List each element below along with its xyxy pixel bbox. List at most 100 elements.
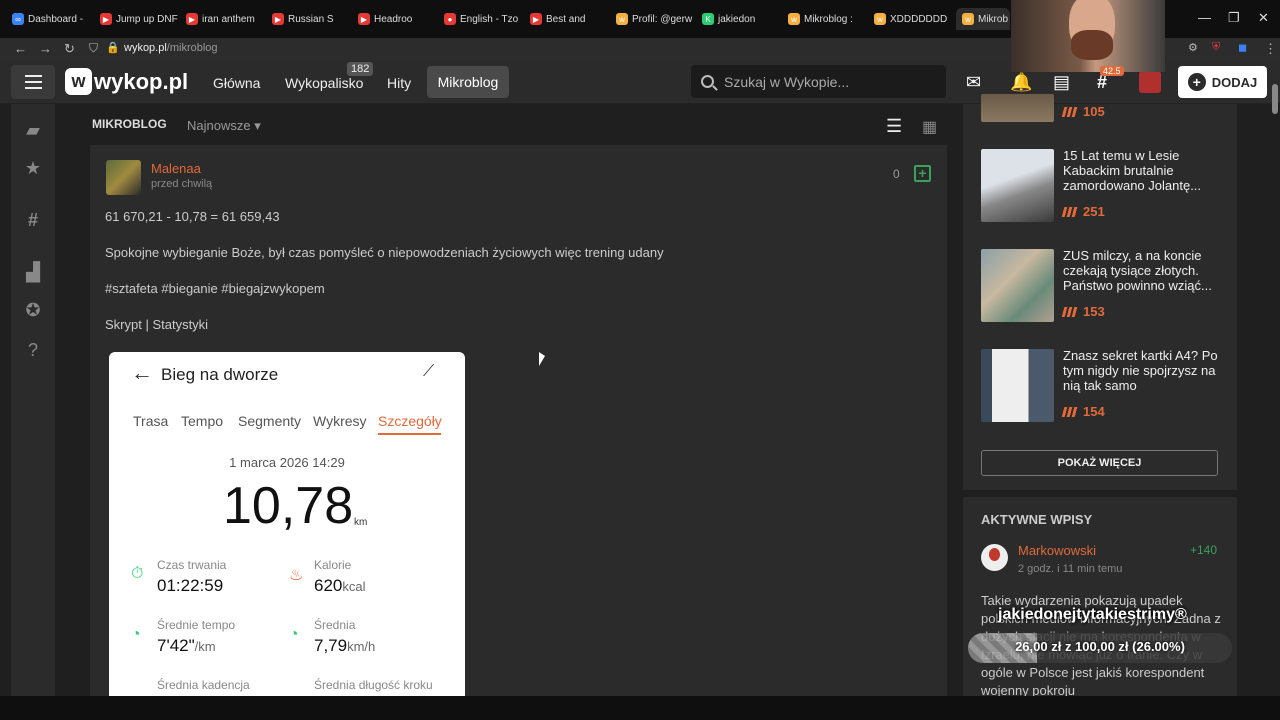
nav-mikroblog[interactable]: Mikroblog: [427, 66, 509, 98]
left-sidebar: ▰ ★ # ▟ ✪ ?: [11, 104, 55, 696]
post-links[interactable]: Skrypt | Statystyki: [105, 317, 208, 332]
youtube-icon: ▶: [530, 13, 542, 25]
distance-value: 10,78: [223, 477, 354, 535]
url-field[interactable]: wykop.pl/mikroblog: [124, 42, 218, 54]
donation-progress-text: 26,00 zł z 100,00 zł (26.00%): [1015, 639, 1185, 654]
wykopalisko-count-badge: 182: [347, 62, 374, 76]
mouse-cursor-icon: [539, 352, 545, 366]
phone-title: Bieg na dworze: [161, 365, 279, 384]
route-icon: ⟋: [423, 363, 435, 380]
activity-date: 1 marca 2026 14:29: [229, 455, 345, 470]
fire-icon: [1061, 107, 1079, 117]
avatar[interactable]: [106, 160, 141, 195]
browser-tab[interactable]: Kjakiedon: [702, 8, 780, 30]
donation-goal-title: jakiedonejtytakiestrimy®: [998, 606, 1187, 623]
messages-icon[interactable]: ▤: [1053, 72, 1070, 93]
stat-label: Średnia kadencja: [157, 678, 250, 692]
link-title[interactable]: ZUS milczy, a na koncie czekają tysiące …: [1063, 248, 1223, 293]
show-more-button[interactable]: POKAŻ WIĘCEJ: [981, 450, 1218, 476]
stopwatch-icon: ⏱: [131, 565, 144, 582]
youtube-icon: ▶: [272, 13, 284, 25]
tab-underline: [378, 433, 441, 435]
browser-tab-active[interactable]: w Mikrob: [956, 8, 1010, 30]
shield-icon[interactable]: ⛉: [89, 41, 98, 56]
back-icon[interactable]: ←: [14, 41, 27, 56]
link-thumbnail[interactable]: [981, 149, 1054, 222]
help-icon[interactable]: ?: [23, 340, 43, 361]
stat-value: 7'42"/km: [157, 636, 216, 655]
minimize-icon[interactable]: —: [1198, 10, 1211, 25]
link-title[interactable]: Znasz sekret kartki A4? Po tym nigdy nie…: [1063, 348, 1223, 393]
entry-time: 2 godz. i 11 min temu: [1018, 563, 1123, 575]
link-thumbnail[interactable]: [981, 94, 1054, 122]
link-title[interactable]: 15 Lat temu w Lesie Kabackim brutalnie z…: [1063, 148, 1223, 193]
grid-view-icon[interactable]: ▦: [922, 117, 937, 137]
avatar[interactable]: [981, 544, 1008, 571]
browser-tab[interactable]: ▶ Best and: [530, 8, 608, 30]
wykop-icon: w: [616, 13, 628, 25]
medal-icon[interactable]: ✪: [23, 300, 43, 321]
ublock-icon[interactable]: ⛨: [1212, 41, 1220, 54]
nav-glowna[interactable]: Główna: [213, 75, 260, 91]
browser-tab[interactable]: ▶ iran anthem: [186, 8, 264, 30]
stat-value: 7,79km/h: [314, 636, 376, 655]
plus-vote-button[interactable]: +: [914, 165, 931, 182]
browser-tab[interactable]: ▶ Jump up DNF: [100, 8, 178, 30]
scrollbar[interactable]: [1272, 84, 1278, 114]
star-icon[interactable]: ★: [23, 158, 43, 179]
link-thumbnail[interactable]: [981, 249, 1054, 322]
browser-tab[interactable]: w XDDDDDDD: [874, 8, 952, 30]
kick-icon: K: [702, 13, 714, 25]
extension-icon[interactable]: ⚙: [1188, 41, 1198, 54]
phone-tab-active: Szczegóły: [378, 413, 442, 429]
browser-tab[interactable]: ∞ Dashboard -: [12, 8, 92, 30]
youtube-icon: ▶: [186, 13, 198, 25]
post-tags[interactable]: #sztafeta #bieganie #biegajzwykopem: [105, 281, 325, 296]
maximize-icon[interactable]: ❐: [1228, 10, 1240, 26]
browser-tab[interactable]: w Profil: @gerw: [616, 8, 694, 30]
stat-value: 620kcal: [314, 576, 366, 595]
menu-dots-icon[interactable]: ⋮: [1264, 41, 1277, 57]
bell-icon[interactable]: 🔔: [1010, 72, 1032, 93]
hamburger-menu-icon[interactable]: [11, 65, 55, 99]
browser-tab[interactable]: ▶ Headroo: [358, 8, 436, 30]
forward-icon[interactable]: →: [39, 41, 52, 56]
link-thumbnail[interactable]: [981, 349, 1054, 422]
add-button[interactable]: + DODAJ: [1178, 66, 1267, 98]
lock-icon[interactable]: 🔒: [106, 41, 120, 54]
browser-tab[interactable]: ● English - Tzo: [444, 8, 522, 30]
author-name[interactable]: Markowowski: [1018, 543, 1096, 558]
search-input[interactable]: Szukaj w Wykopie...: [691, 65, 946, 98]
back-arrow-icon: ←: [131, 360, 153, 385]
ranking-icon[interactable]: ▟: [23, 262, 43, 283]
user-avatar[interactable]: [1139, 71, 1161, 93]
notification-badge: 42.5: [1100, 66, 1124, 76]
distance-unit: km: [354, 517, 368, 528]
stack-icon[interactable]: ▰: [23, 120, 43, 141]
nav-hity[interactable]: Hity: [387, 75, 411, 91]
nav-wykopalisko[interactable]: Wykopalisko: [285, 75, 363, 91]
wykop-logo[interactable]: w wykop.pl: [65, 68, 188, 95]
sort-dropdown[interactable]: Najnowsze ▾: [187, 118, 261, 134]
extension-icon[interactable]: ◼: [1238, 41, 1247, 54]
browser-tab[interactable]: ▶ Russian S: [272, 8, 350, 30]
hot-links-panel: 105 15 Lat temu w Lesie Kabackim brutaln…: [963, 94, 1237, 490]
list-view-icon[interactable]: ☰: [886, 116, 902, 137]
search-icon: [701, 75, 714, 88]
post-text-line: 61 670,21 - 10,78 = 61 659,43: [105, 209, 280, 224]
author-name[interactable]: Malenaa: [151, 161, 201, 176]
fire-icon: [1061, 207, 1079, 217]
hashtag-icon[interactable]: #: [23, 210, 43, 231]
speedometer-icon: ◔: [131, 626, 141, 643]
mail-icon[interactable]: ✉: [966, 72, 981, 93]
youtube-icon: ▶: [358, 13, 370, 25]
vote-count: +140: [1190, 543, 1218, 557]
reload-icon[interactable]: ↻: [64, 41, 75, 57]
vote-count: 0: [893, 167, 900, 181]
close-icon[interactable]: ✕: [1258, 10, 1269, 26]
attached-image[interactable]: ← Bieg na dworze ⟋ Trasa Tempo Segmenty …: [109, 352, 465, 696]
stat-label: Kalorie: [314, 558, 352, 572]
phone-tab: Wykresy: [313, 413, 367, 429]
browser-tab[interactable]: w Mikroblog :: [788, 8, 866, 30]
vote-count: 251: [1061, 204, 1105, 219]
